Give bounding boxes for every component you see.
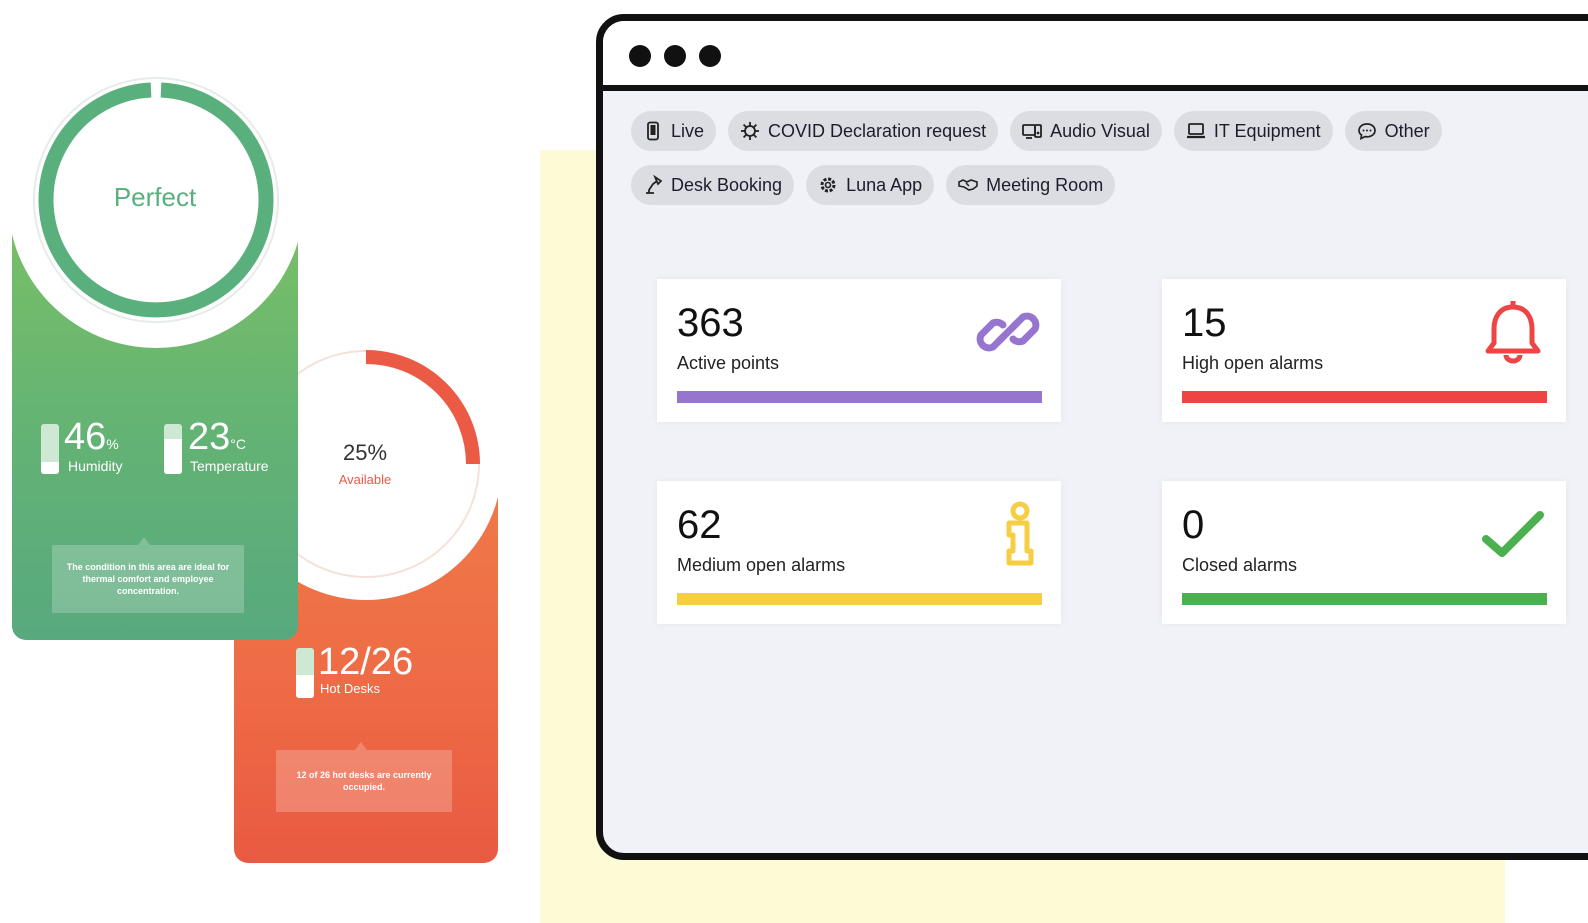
- hot-desk-count: 12/26: [318, 641, 414, 683]
- hot-desk-label: Hot Desks: [320, 681, 380, 696]
- environment-message: The condition in this area are ideal for…: [52, 545, 244, 613]
- active-points-card[interactable]: 363 Active points: [657, 279, 1061, 422]
- dashboard-window: Live COVID Declaration request Audio Vis…: [596, 14, 1588, 860]
- card-bar: [1182, 593, 1547, 605]
- phone-icon: [647, 121, 659, 141]
- chip-desk-booking[interactable]: Desk Booking: [631, 165, 795, 205]
- card-bar: [1182, 391, 1547, 403]
- temperature-level-icon: [164, 424, 182, 474]
- desk-level-icon: [296, 648, 314, 698]
- desk-available-label: Available: [338, 472, 392, 487]
- card-value: 363: [677, 301, 744, 345]
- chat-bubble-icon: [1357, 123, 1376, 140]
- link-icon: [976, 312, 1040, 352]
- desk-available-percent: 25%: [342, 440, 388, 465]
- tooltip-caret-icon: [355, 742, 367, 750]
- closed-alarms-card[interactable]: 0 Closed alarms: [1162, 481, 1566, 624]
- bell-icon: [1485, 301, 1541, 364]
- chip-label: COVID Declaration request: [768, 120, 987, 141]
- window-control-dot[interactable]: [664, 45, 686, 67]
- card-label: High open alarms: [1182, 353, 1324, 373]
- chip-covid-declaration[interactable]: COVID Declaration request: [728, 111, 999, 151]
- card-value: 0: [1182, 503, 1205, 547]
- tooltip-caret-icon: [138, 537, 150, 545]
- humidity-label: Humidity: [68, 458, 123, 474]
- temperature-label: Temperature: [190, 458, 269, 474]
- chip-audio-visual[interactable]: Audio Visual: [1010, 111, 1162, 151]
- window-control-dot[interactable]: [629, 45, 651, 67]
- chip-label: Meeting Room: [986, 174, 1104, 195]
- chip-label: Other: [1384, 120, 1430, 141]
- card-value: 15: [1182, 301, 1227, 345]
- high-open-alarms-card[interactable]: 15 High open alarms: [1162, 279, 1566, 422]
- card-bar: [677, 391, 1042, 403]
- card-value: 62: [677, 503, 722, 547]
- humidity-level-icon: [41, 424, 59, 474]
- handshake-icon: [958, 179, 978, 191]
- virus-icon: [741, 122, 760, 140]
- temperature-value: 23°C: [188, 416, 246, 458]
- card-bar: [677, 593, 1042, 605]
- chip-label: Live: [671, 120, 705, 141]
- card-label: Closed alarms: [1182, 555, 1298, 575]
- audio-visual-icon: [1022, 124, 1043, 139]
- gear-icon: [820, 177, 836, 193]
- environment-status: Perfect: [113, 182, 197, 212]
- chip-live[interactable]: Live: [631, 111, 717, 151]
- category-chips: Live COVID Declaration request Audio Vis…: [631, 111, 1531, 219]
- chip-it-equipment[interactable]: IT Equipment: [1173, 111, 1333, 151]
- hot-desk-message: 12 of 26 hot desks are currently occupie…: [276, 750, 452, 812]
- window-control-dot[interactable]: [699, 45, 721, 67]
- desk-lamp-icon: [646, 175, 663, 194]
- laptop-icon: [1186, 123, 1205, 139]
- chip-meeting-room[interactable]: Meeting Room: [946, 165, 1116, 205]
- humidity-value: 46%: [64, 416, 119, 458]
- info-icon: [1006, 501, 1034, 566]
- window-titlebar: [603, 21, 1588, 91]
- medium-open-alarms-card[interactable]: 62 Medium open alarms: [657, 481, 1061, 624]
- chip-luna-app[interactable]: Luna App: [806, 165, 935, 205]
- chip-other[interactable]: Other: [1344, 111, 1442, 151]
- chip-label: Desk Booking: [671, 174, 783, 195]
- chip-label: Audio Visual: [1050, 120, 1150, 141]
- check-icon: [1482, 511, 1544, 557]
- card-label: Medium open alarms: [677, 555, 846, 575]
- card-label: Active points: [677, 353, 780, 373]
- chip-label: Luna App: [846, 174, 923, 195]
- chip-label: IT Equipment: [1213, 120, 1321, 141]
